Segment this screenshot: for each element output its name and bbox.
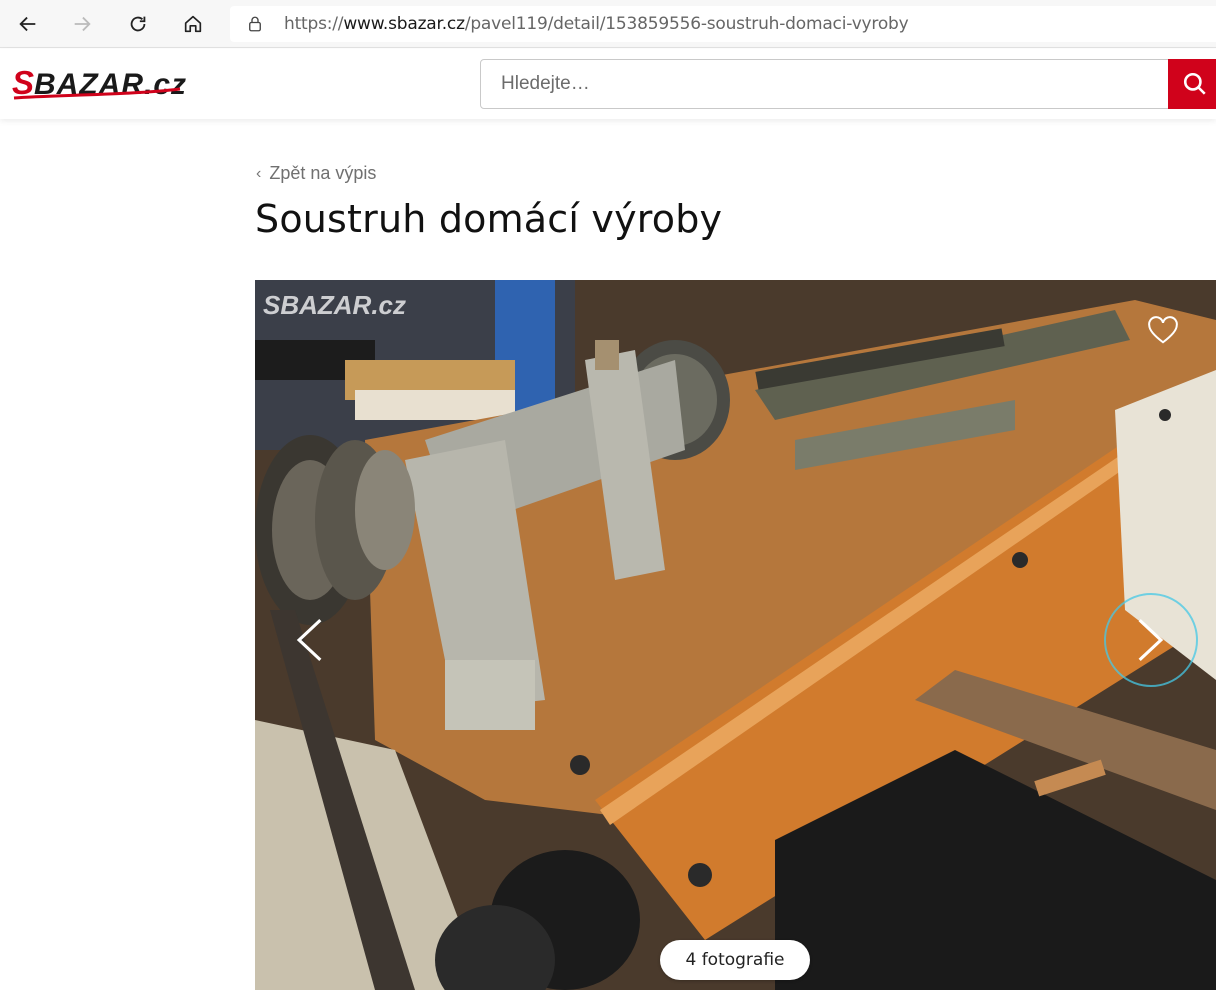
url-path: /pavel119/detail/153859556-soustruh-doma… — [464, 14, 909, 34]
back-button[interactable] — [12, 8, 44, 40]
previous-photo-button[interactable] — [279, 610, 339, 670]
forward-button[interactable] — [66, 8, 98, 40]
url-host: www.sbazar.cz — [343, 14, 465, 34]
chevron-left-icon: ‹ — [256, 164, 262, 182]
site-header: S BAZAR.cz — [0, 49, 1216, 119]
watermark-text: SBAZAR.cz — [263, 290, 406, 320]
arrow-right-icon — [74, 16, 91, 32]
browser-toolbar: https://www.sbazar.cz/pavel119/detail/15… — [0, 0, 1216, 48]
reload-button[interactable] — [122, 8, 154, 40]
listing-photo — [255, 280, 1216, 990]
page-title: Soustruh domácí výroby — [255, 197, 723, 241]
url-prefix: https:// — [284, 14, 344, 34]
heart-icon — [1148, 316, 1178, 344]
address-bar[interactable]: https://www.sbazar.cz/pavel119/detail/15… — [230, 6, 1216, 42]
next-photo-button[interactable] — [1104, 593, 1198, 687]
url-text: https://www.sbazar.cz/pavel119/detail/15… — [284, 14, 909, 34]
home-button[interactable] — [177, 8, 209, 40]
logo-graphic: S BAZAR.cz — [12, 64, 186, 101]
reload-icon — [130, 16, 146, 32]
sbazar-logo[interactable]: S BAZAR.cz — [12, 64, 242, 105]
search-icon — [1183, 72, 1206, 95]
focus-ring — [1104, 593, 1198, 687]
lock-icon — [249, 16, 261, 32]
photo-count-button[interactable]: 4 fotografie — [660, 940, 810, 980]
home-icon — [184, 15, 202, 33]
chevron-left-icon — [296, 619, 322, 661]
search-input[interactable] — [480, 59, 1170, 109]
arrow-left-icon — [19, 16, 36, 32]
favorite-button[interactable] — [1142, 310, 1184, 352]
back-link-label: Zpět na výpis — [269, 163, 377, 183]
photo-gallery[interactable]: SBAZAR.cz 4 fotografie — [255, 280, 1216, 990]
back-to-list-link[interactable]: ‹ Zpět na výpis — [256, 163, 376, 184]
photo-watermark: SBAZAR.cz — [263, 290, 406, 320]
search-button[interactable] — [1168, 59, 1216, 109]
